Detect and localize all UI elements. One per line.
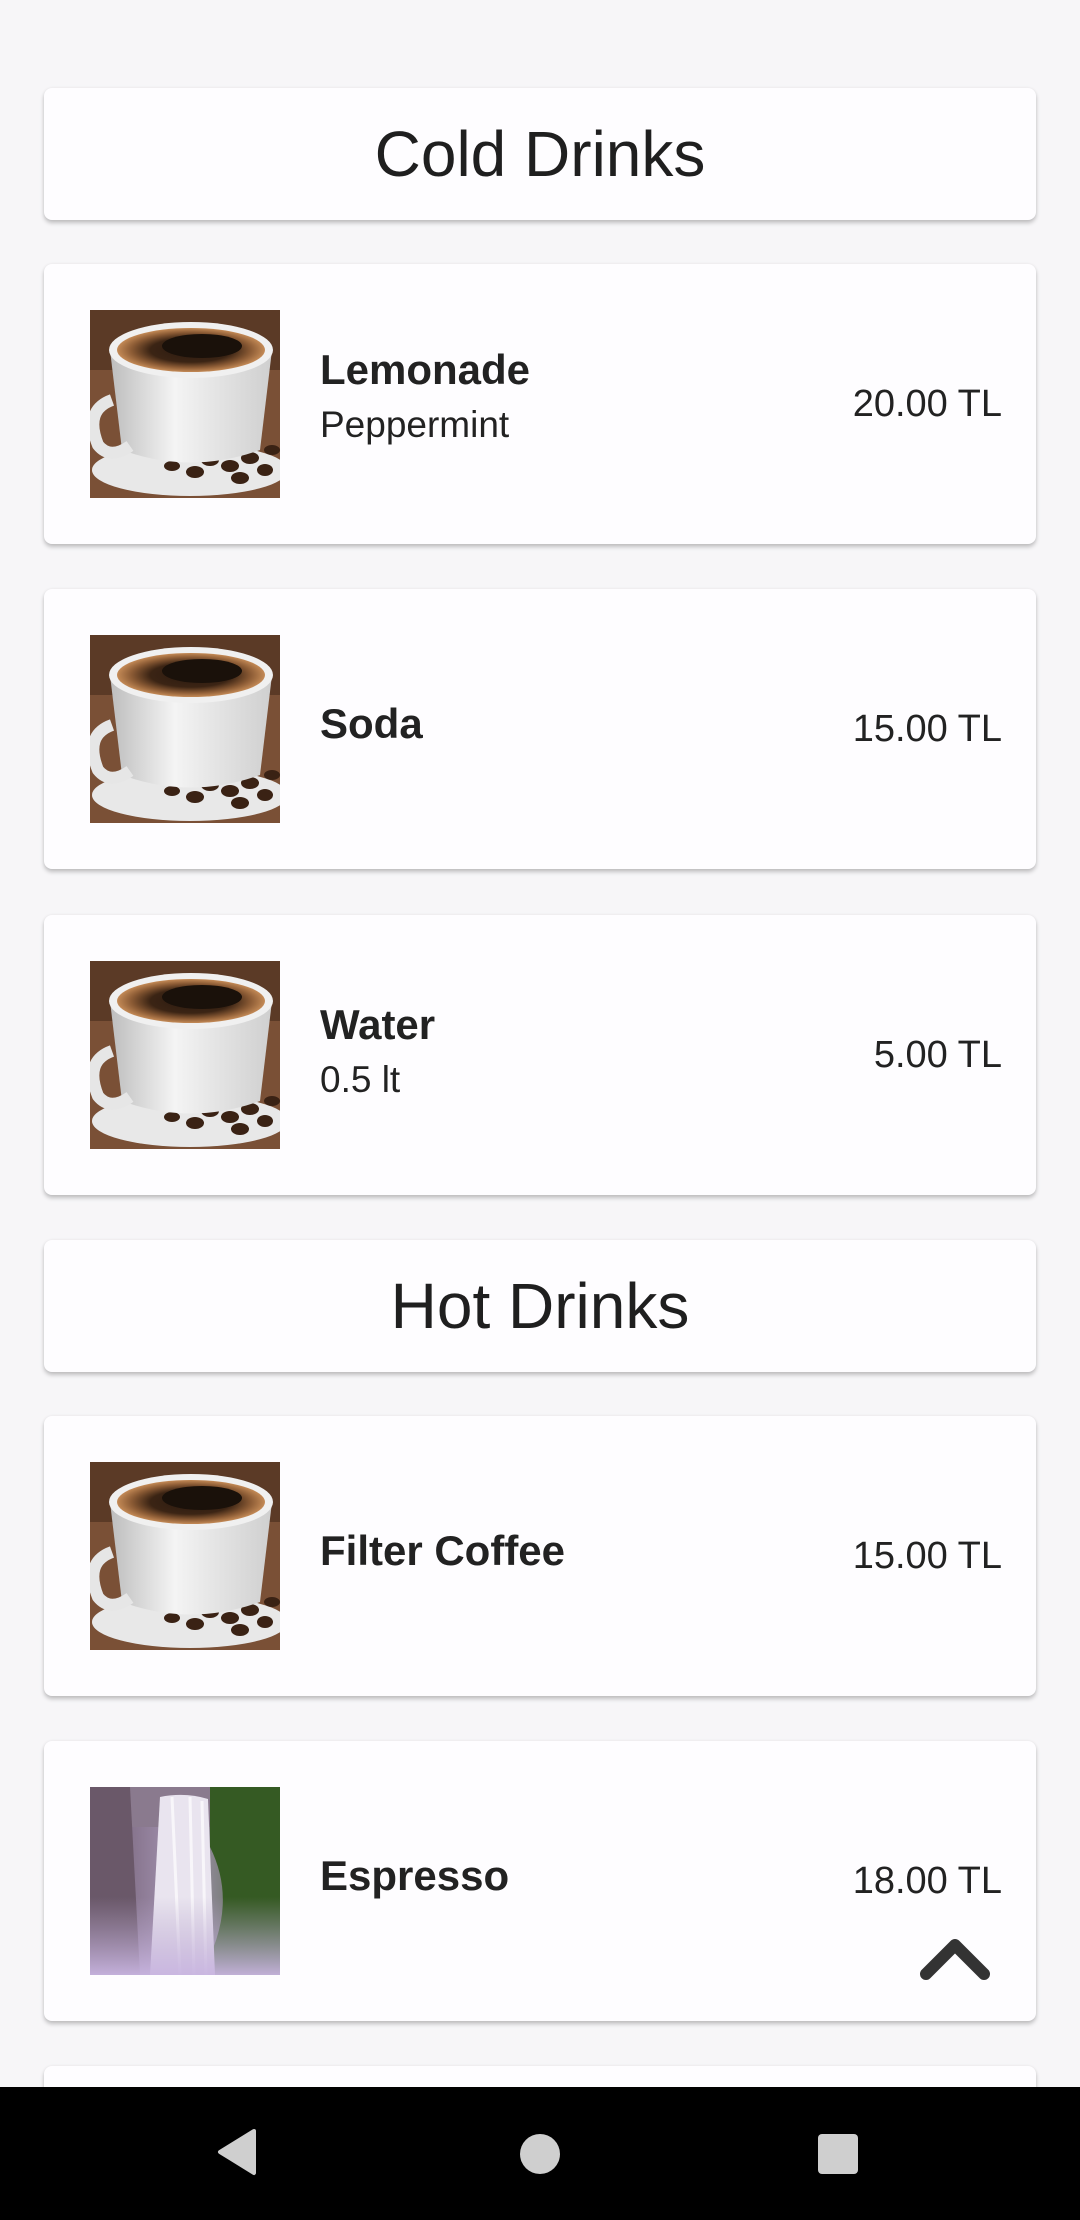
- item-name: Water: [320, 1001, 436, 1048]
- coffee-cup-image: [90, 310, 280, 498]
- section-title: Cold Drinks: [374, 118, 706, 190]
- section-header-cold-drinks: Cold Drinks: [44, 88, 1036, 220]
- item-name: Lemonade: [320, 346, 531, 393]
- recents-square-icon: [818, 2134, 858, 2174]
- item-name: Filter Coffee: [320, 1527, 566, 1574]
- menu-item-espresso[interactable]: Espresso 18.00 TL: [44, 1741, 1036, 2021]
- home-button[interactable]: [519, 2133, 561, 2180]
- item-description: Peppermint: [320, 404, 510, 445]
- item-price: 20.00 TL: [852, 382, 1002, 425]
- menu-item-soda[interactable]: Soda 15.00 TL: [44, 589, 1036, 869]
- section-header-hot-drinks: Hot Drinks: [44, 1240, 1036, 1372]
- coffee-cup-image: [90, 961, 280, 1149]
- recents-button[interactable]: [817, 2133, 859, 2180]
- coffee-cup-image: [90, 1462, 280, 1650]
- item-name: Espresso: [320, 1852, 510, 1899]
- section-title: Hot Drinks: [390, 1270, 690, 1342]
- item-price: 15.00 TL: [852, 1534, 1002, 1577]
- back-triangle-icon: [218, 2129, 256, 2175]
- waterfall-image: [90, 1787, 280, 1975]
- item-price: 5.00 TL: [873, 1033, 1002, 1076]
- item-description: 0.5 lt: [320, 1059, 401, 1100]
- chevron-up-icon: [920, 1939, 990, 1980]
- menu-item-water[interactable]: Water 0.5 lt 5.00 TL: [44, 915, 1036, 1195]
- item-price: 15.00 TL: [852, 707, 1002, 750]
- home-circle-icon: [520, 2134, 560, 2174]
- scroll-to-top-button[interactable]: [910, 1922, 1000, 1992]
- system-navigation-bar: [0, 2087, 1080, 2220]
- back-button[interactable]: [214, 2127, 260, 2182]
- coffee-cup-image: [90, 635, 280, 823]
- item-name: Soda: [320, 700, 423, 747]
- menu-item-lemonade[interactable]: Lemonade Peppermint 20.00 TL: [44, 264, 1036, 544]
- menu-item-filter-coffee[interactable]: Filter Coffee 15.00 TL: [44, 1416, 1036, 1696]
